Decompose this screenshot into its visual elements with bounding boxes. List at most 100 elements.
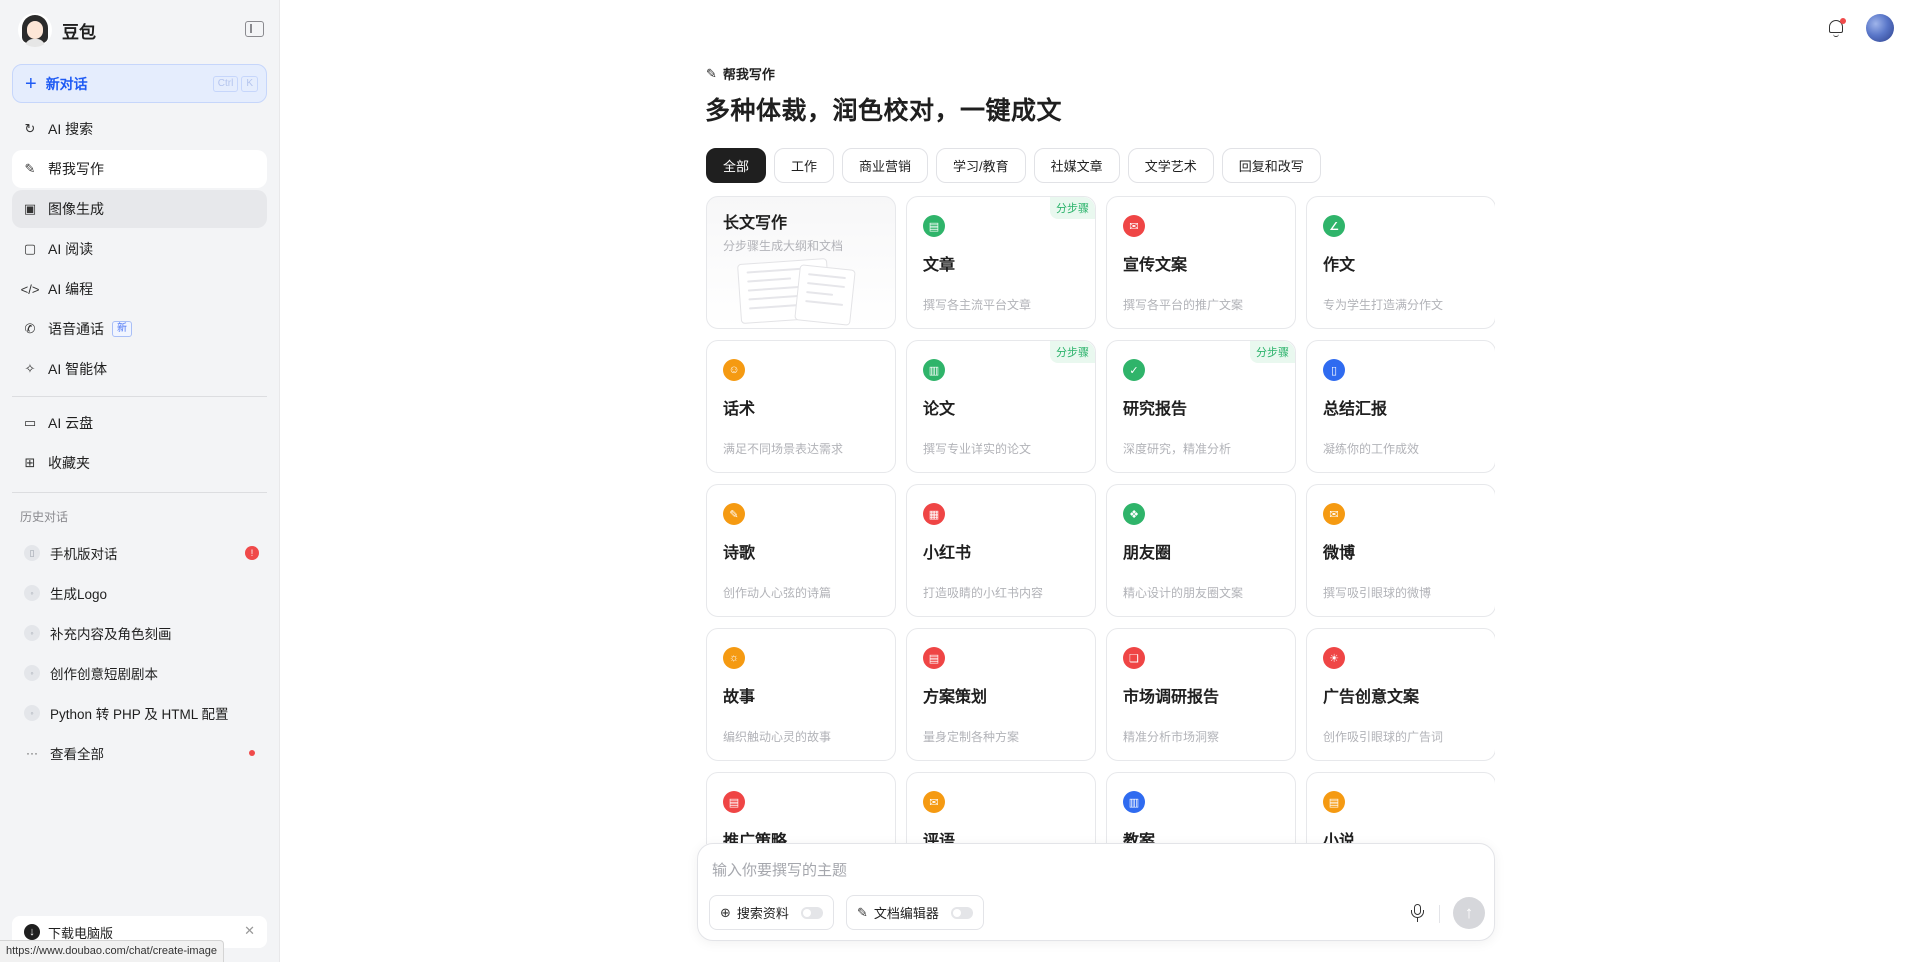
sidebar-toggle-icon[interactable] — [245, 21, 264, 37]
nav-label: AI 云盘 — [48, 415, 94, 431]
chat-bubble-icon: ◦ — [24, 705, 40, 721]
doc-editor-toggle[interactable]: ✎ 文档编辑器 — [846, 895, 984, 930]
step-badge: 分步骤 — [1050, 341, 1095, 363]
nav-label: AI 搜索 — [48, 121, 94, 137]
card-description: 专为学生打造满分作文 — [1323, 298, 1444, 312]
history-item[interactable]: ◦ 生成Logo — [16, 575, 267, 611]
template-card[interactable]: ▤ 小说 — [1306, 772, 1495, 844]
send-button[interactable]: ↑ — [1453, 897, 1485, 929]
tab-education[interactable]: 学习/教育 — [936, 148, 1026, 183]
history-label: Python 转 PHP 及 HTML 配置 — [50, 707, 229, 722]
template-card[interactable]: ✉ 微博 撰写吸引眼球的微博 — [1306, 484, 1495, 617]
nav-bookmarks[interactable]: ⊞ 收藏夹 — [12, 444, 267, 482]
new-badge: 新 — [112, 321, 132, 337]
card-icon: ✎ — [723, 503, 745, 525]
card-icon: ∠ — [1323, 215, 1345, 237]
history-item[interactable]: ▯ 手机版对话 ! — [16, 535, 267, 571]
new-chat-button[interactable]: + 新对话 Ctrl K — [12, 64, 267, 103]
close-icon[interactable]: ✕ — [244, 923, 255, 939]
template-card[interactable]: ✉ 评语 — [906, 772, 1096, 844]
history-item[interactable]: ◦ 创作创意短剧剧本 — [16, 655, 267, 691]
card-title: 宣传文案 — [1123, 257, 1188, 274]
template-card[interactable]: ☺ 话术 满足不同场景表达需求 — [706, 340, 896, 473]
tab-reply-rewrite[interactable]: 回复和改写 — [1221, 148, 1321, 183]
template-card[interactable]: ✓ 研究报告 深度研究，精准分析 分步骤 — [1106, 340, 1296, 473]
phone-chat-icon: ▯ — [24, 545, 40, 561]
nav-label: 图像生成 — [48, 201, 104, 217]
history-item[interactable]: ◦ 补充内容及角色刻画 — [16, 615, 267, 651]
page-tag-label: 帮我写作 — [722, 67, 775, 82]
template-card[interactable]: 长文写作 分步骤生成大纲和文档 — [706, 196, 896, 329]
toggle-switch[interactable] — [950, 906, 973, 919]
card-title: 教案 — [1123, 833, 1156, 844]
writing-template-grid: 长文写作 分步骤生成大纲和文档 ▤ 文章 撰写各主流平台文章 分步骤 ✉ 宣传文案 撰写各平台的… — [706, 196, 1495, 844]
template-card[interactable]: ✉ 宣传文案 撰写各平台的推广文案 — [1106, 196, 1296, 329]
book-icon: ▢ — [23, 241, 37, 256]
card-description: 撰写吸引眼球的微博 — [1323, 586, 1432, 600]
card-title: 话术 — [723, 401, 756, 418]
nav-cloud-drive[interactable]: ▭ AI 云盘 — [12, 404, 267, 442]
template-card[interactable]: ▥ 论文 撰写专业详实的论文 分步骤 — [906, 340, 1096, 473]
nav-ai-coding[interactable]: </> AI 编程 — [12, 270, 267, 308]
tab-work[interactable]: 工作 — [774, 148, 835, 183]
toggle-switch[interactable] — [800, 906, 823, 919]
step-badge: 分步骤 — [1250, 341, 1295, 363]
nav-image-gen[interactable]: ▣ 图像生成 — [12, 190, 267, 228]
template-card[interactable]: ∠ 作文 专为学生打造满分作文 — [1306, 196, 1495, 329]
view-all-history[interactable]: ··· 查看全部 — [16, 735, 267, 771]
nav-ai-reading[interactable]: ▢ AI 阅读 — [12, 230, 267, 268]
bookmark-icon: ⊞ — [24, 455, 36, 470]
history-item[interactable]: ◦ Python 转 PHP 及 HTML 配置 — [16, 695, 267, 731]
document-illustration-icon — [794, 264, 856, 326]
template-card[interactable]: ▯ 总结汇报 凝练你的工作成效 — [1306, 340, 1495, 473]
tab-all[interactable]: 全部 — [706, 148, 767, 183]
topic-input[interactable] — [712, 858, 1472, 882]
tab-literature[interactable]: 文学艺术 — [1127, 148, 1214, 183]
card-title: 文章 — [923, 257, 956, 274]
notification-bell-icon[interactable] — [1827, 18, 1846, 38]
nav-label: 收藏夹 — [48, 455, 90, 471]
template-card[interactable]: ▤ 方案策划 量身定制各种方案 — [906, 628, 1096, 761]
shortcut-key: Ctrl — [212, 76, 239, 92]
template-card[interactable]: ☀ 广告创意文案 创作吸引眼球的广告词 — [1306, 628, 1495, 761]
nav-label: AI 智能体 — [48, 361, 108, 377]
user-avatar[interactable] — [1866, 14, 1894, 42]
shortcut-hint: Ctrl K — [212, 76, 258, 92]
template-card[interactable]: ✎ 诗歌 创作动人心弦的诗篇 — [706, 484, 896, 617]
download-icon: ↓ — [24, 924, 40, 940]
template-card[interactable]: ▥ 教案 — [1106, 772, 1296, 844]
pen-icon: ✎ — [706, 65, 717, 81]
edit-doc-icon: ✎ — [857, 904, 868, 920]
template-card[interactable]: ☼ 故事 编织触动心灵的故事 — [706, 628, 896, 761]
tab-marketing[interactable]: 商业营销 — [842, 148, 929, 183]
nav-ai-search[interactable]: ↻ AI 搜索 — [12, 110, 267, 148]
card-icon: ▤ — [1323, 791, 1345, 813]
card-icon: ☀ — [1323, 647, 1345, 669]
nav-writing[interactable]: ✎ 帮我写作 — [12, 150, 267, 188]
nav-ai-agent[interactable]: ✧ AI 智能体 — [12, 350, 267, 388]
tab-social-media[interactable]: 社媒文章 — [1033, 148, 1120, 183]
plus-icon: + — [25, 72, 37, 95]
card-title: 小红书 — [923, 545, 972, 562]
nav-voice-call[interactable]: ✆ 语音通话 新 — [12, 310, 267, 348]
page-title: 多种体裁，润色校对，一键成文 — [705, 97, 1063, 125]
card-description: 深度研究，精准分析 — [1123, 442, 1232, 456]
microphone-icon[interactable] — [1409, 904, 1425, 922]
template-card[interactable]: ▤ 推广策略 — [706, 772, 896, 844]
card-title: 方案策划 — [923, 689, 988, 706]
template-card[interactable]: ❏ 市场调研报告 精准分析市场洞察 — [1106, 628, 1296, 761]
phone-icon: ✆ — [24, 321, 36, 336]
search-refresh-icon: ↻ — [24, 121, 36, 136]
template-card[interactable]: ▦ 小红书 打造吸睛的小红书内容 — [906, 484, 1096, 617]
search-toggle[interactable]: ⊕ 搜索资料 — [709, 895, 834, 930]
card-icon: ✉ — [923, 791, 945, 813]
card-description: 打造吸睛的小红书内容 — [923, 586, 1044, 600]
card-icon: ✉ — [1323, 503, 1345, 525]
brand[interactable]: 豆包 — [18, 12, 96, 48]
sparkle-icon: ✧ — [24, 361, 36, 376]
card-title: 评语 — [923, 833, 956, 844]
template-card[interactable]: ❖ 朋友圈 精心设计的朋友圈文案 — [1106, 484, 1296, 617]
unread-dot — [249, 750, 255, 756]
template-card[interactable]: ▤ 文章 撰写各主流平台文章 分步骤 — [906, 196, 1096, 329]
step-badge: 分步骤 — [1050, 197, 1095, 219]
